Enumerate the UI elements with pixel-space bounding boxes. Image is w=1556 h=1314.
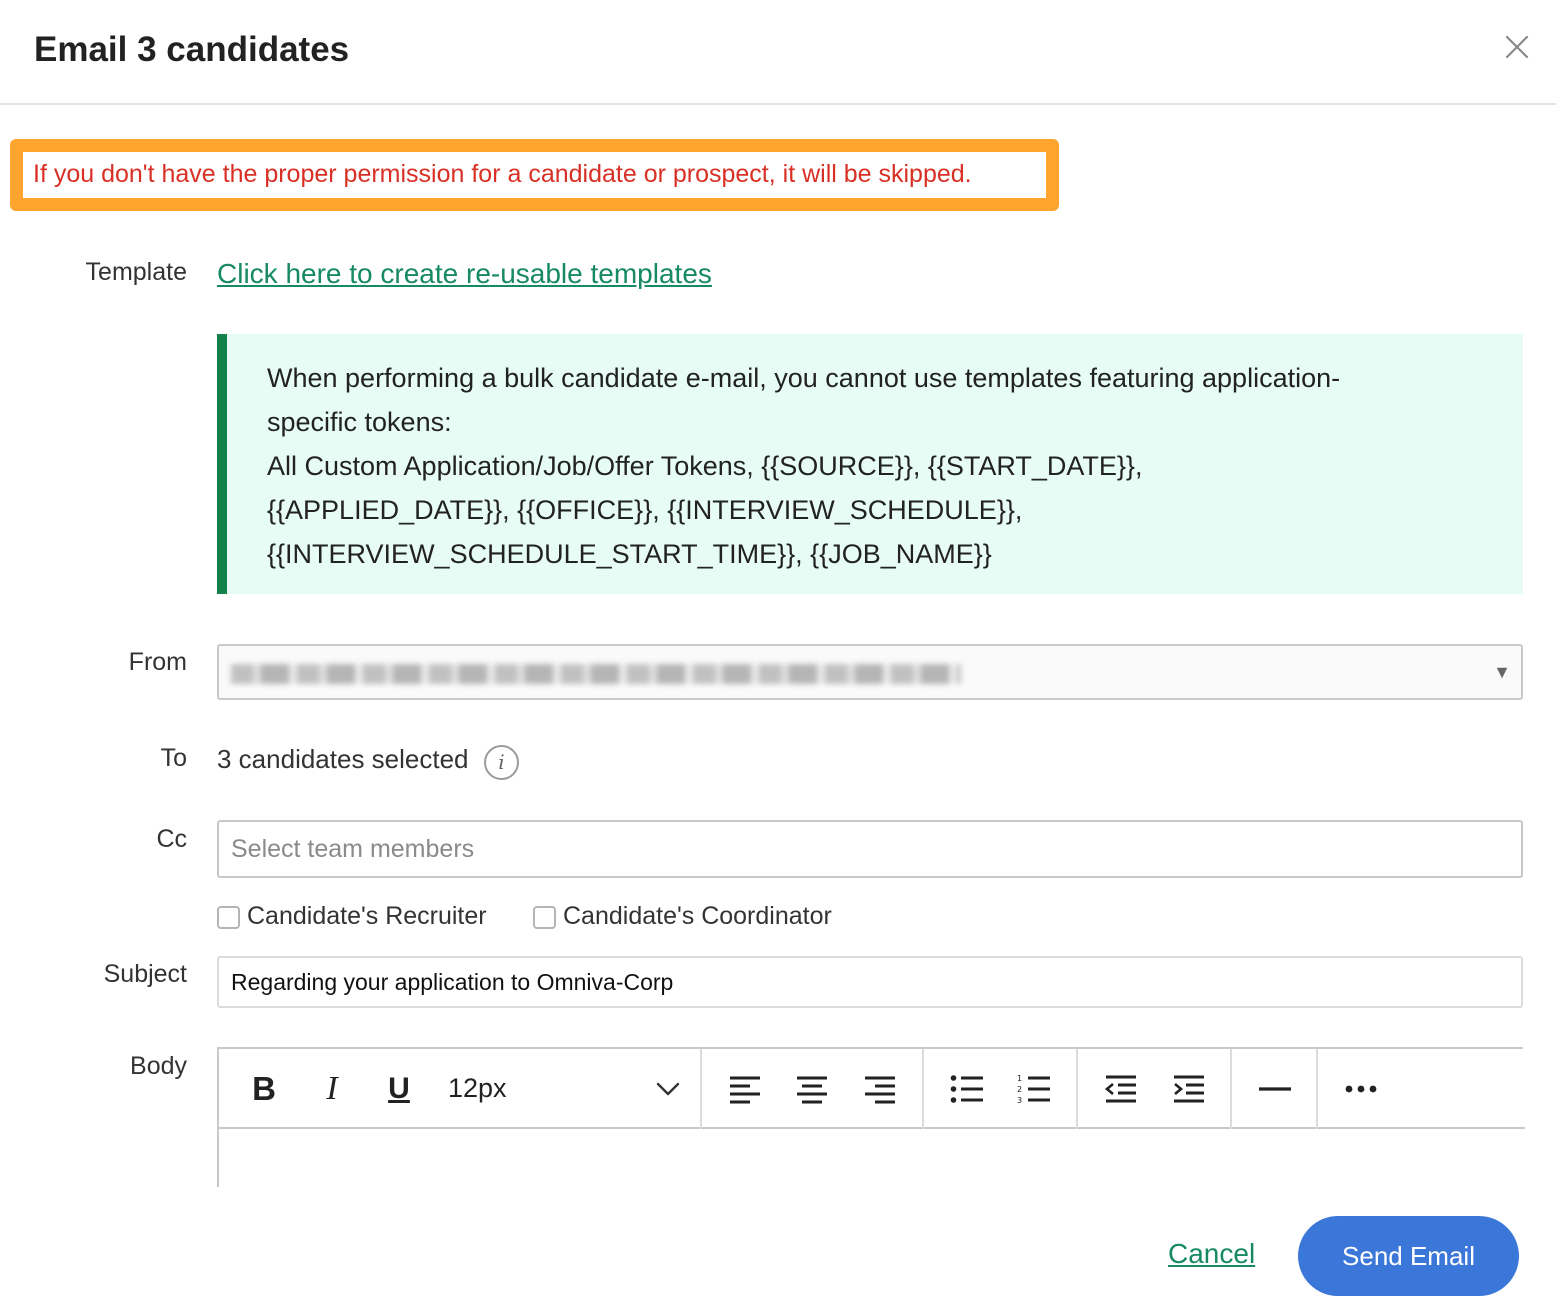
italic-button[interactable]: I (307, 1049, 357, 1129)
email-candidates-modal: Email 3 candidates If you don't have the… (0, 0, 1556, 1314)
outdent-button[interactable] (1095, 1049, 1147, 1129)
notice-line: All Custom Application/Job/Offer Tokens,… (267, 451, 1143, 481)
create-templates-link[interactable]: Click here to create re-usable templates (217, 258, 712, 290)
toolbar-separator (700, 1049, 702, 1129)
template-label: Template (85, 258, 187, 286)
notice-line: {{INTERVIEW_SCHEDULE_START_TIME}}, {{JOB… (267, 539, 992, 569)
subject-label: Subject (103, 960, 187, 988)
bold-icon: B (252, 1070, 276, 1107)
bulk-email-notice: When performing a bulk candidate e-mail,… (217, 334, 1523, 594)
notice-line: When performing a bulk candidate e-mail,… (267, 363, 1341, 393)
recruiter-checkbox[interactable] (217, 906, 240, 929)
svg-text:3: 3 (1017, 1096, 1022, 1105)
align-right-button[interactable] (854, 1049, 906, 1129)
send-email-button[interactable]: Send Email (1298, 1216, 1519, 1296)
numbered-list-icon: 1 2 3 (1017, 1074, 1050, 1105)
modal-header: Email 3 candidates (0, 0, 1556, 105)
dropdown-arrow-icon: ▼ (1493, 662, 1511, 682)
align-right-icon (865, 1076, 895, 1104)
bulk-email-notice-text: When performing a bulk candidate e-mail,… (267, 356, 1487, 576)
toolbar-separator (1316, 1049, 1318, 1129)
horizontal-rule-button[interactable] (1249, 1049, 1301, 1129)
align-left-icon (730, 1076, 760, 1104)
bold-button[interactable]: B (239, 1049, 289, 1129)
align-center-button[interactable] (786, 1049, 838, 1129)
close-icon (1505, 35, 1529, 59)
cc-label: Cc (156, 825, 187, 853)
more-options-button[interactable] (1335, 1049, 1387, 1129)
underline-button[interactable]: U (374, 1049, 424, 1129)
font-size-value: 12px (448, 1073, 507, 1103)
chevron-down-icon (656, 1082, 680, 1096)
body-editor: B I U 12px 1 2 3 (217, 1047, 1525, 1189)
permission-warning-text: If you don't have the proper permission … (33, 160, 972, 188)
from-value-redacted (231, 664, 961, 684)
recruiter-checkbox-label: Candidate's Recruiter (247, 902, 487, 930)
toolbar-separator (922, 1049, 924, 1129)
numbered-list-button[interactable]: 1 2 3 (1008, 1049, 1060, 1129)
info-icon[interactable]: i (484, 745, 519, 780)
svg-text:1: 1 (1017, 1074, 1022, 1083)
outdent-icon (1104, 1075, 1136, 1103)
bullet-list-icon (950, 1075, 983, 1103)
bullet-list-button[interactable] (941, 1049, 993, 1129)
from-select[interactable]: ▼ (217, 644, 1523, 700)
subject-input[interactable] (217, 956, 1523, 1008)
indent-icon (1174, 1075, 1204, 1103)
notice-line: specific tokens: (267, 407, 452, 437)
align-left-button[interactable] (719, 1049, 771, 1129)
cc-team-members-input[interactable] (217, 820, 1523, 878)
underline-icon: U (388, 1072, 410, 1105)
coordinator-checkbox[interactable] (533, 906, 556, 929)
body-text-area[interactable] (219, 1131, 1525, 1189)
notice-line: {{APPLIED_DATE}}, {{OFFICE}}, {{INTERVIE… (267, 495, 1023, 525)
italic-icon: I (326, 1070, 338, 1107)
toolbar-separator (1076, 1049, 1078, 1129)
to-label: To (160, 744, 187, 772)
horizontal-rule-icon (1259, 1087, 1291, 1091)
toolbar-separator (1230, 1049, 1232, 1129)
more-icon (1345, 1085, 1377, 1093)
cancel-button[interactable]: Cancel (1168, 1238, 1255, 1270)
from-label: From (128, 648, 187, 676)
close-button[interactable] (1500, 30, 1534, 64)
body-label: Body (130, 1052, 187, 1080)
coordinator-checkbox-label: Candidate's Coordinator (563, 902, 832, 930)
svg-text:2: 2 (1017, 1085, 1022, 1094)
permission-warning: If you don't have the proper permission … (10, 139, 1059, 211)
to-value: 3 candidates selected (217, 744, 469, 774)
editor-toolbar: B I U 12px 1 2 3 (219, 1049, 1525, 1129)
indent-button[interactable] (1163, 1049, 1215, 1129)
modal-title: Email 3 candidates (34, 30, 350, 69)
align-center-icon (797, 1076, 827, 1104)
